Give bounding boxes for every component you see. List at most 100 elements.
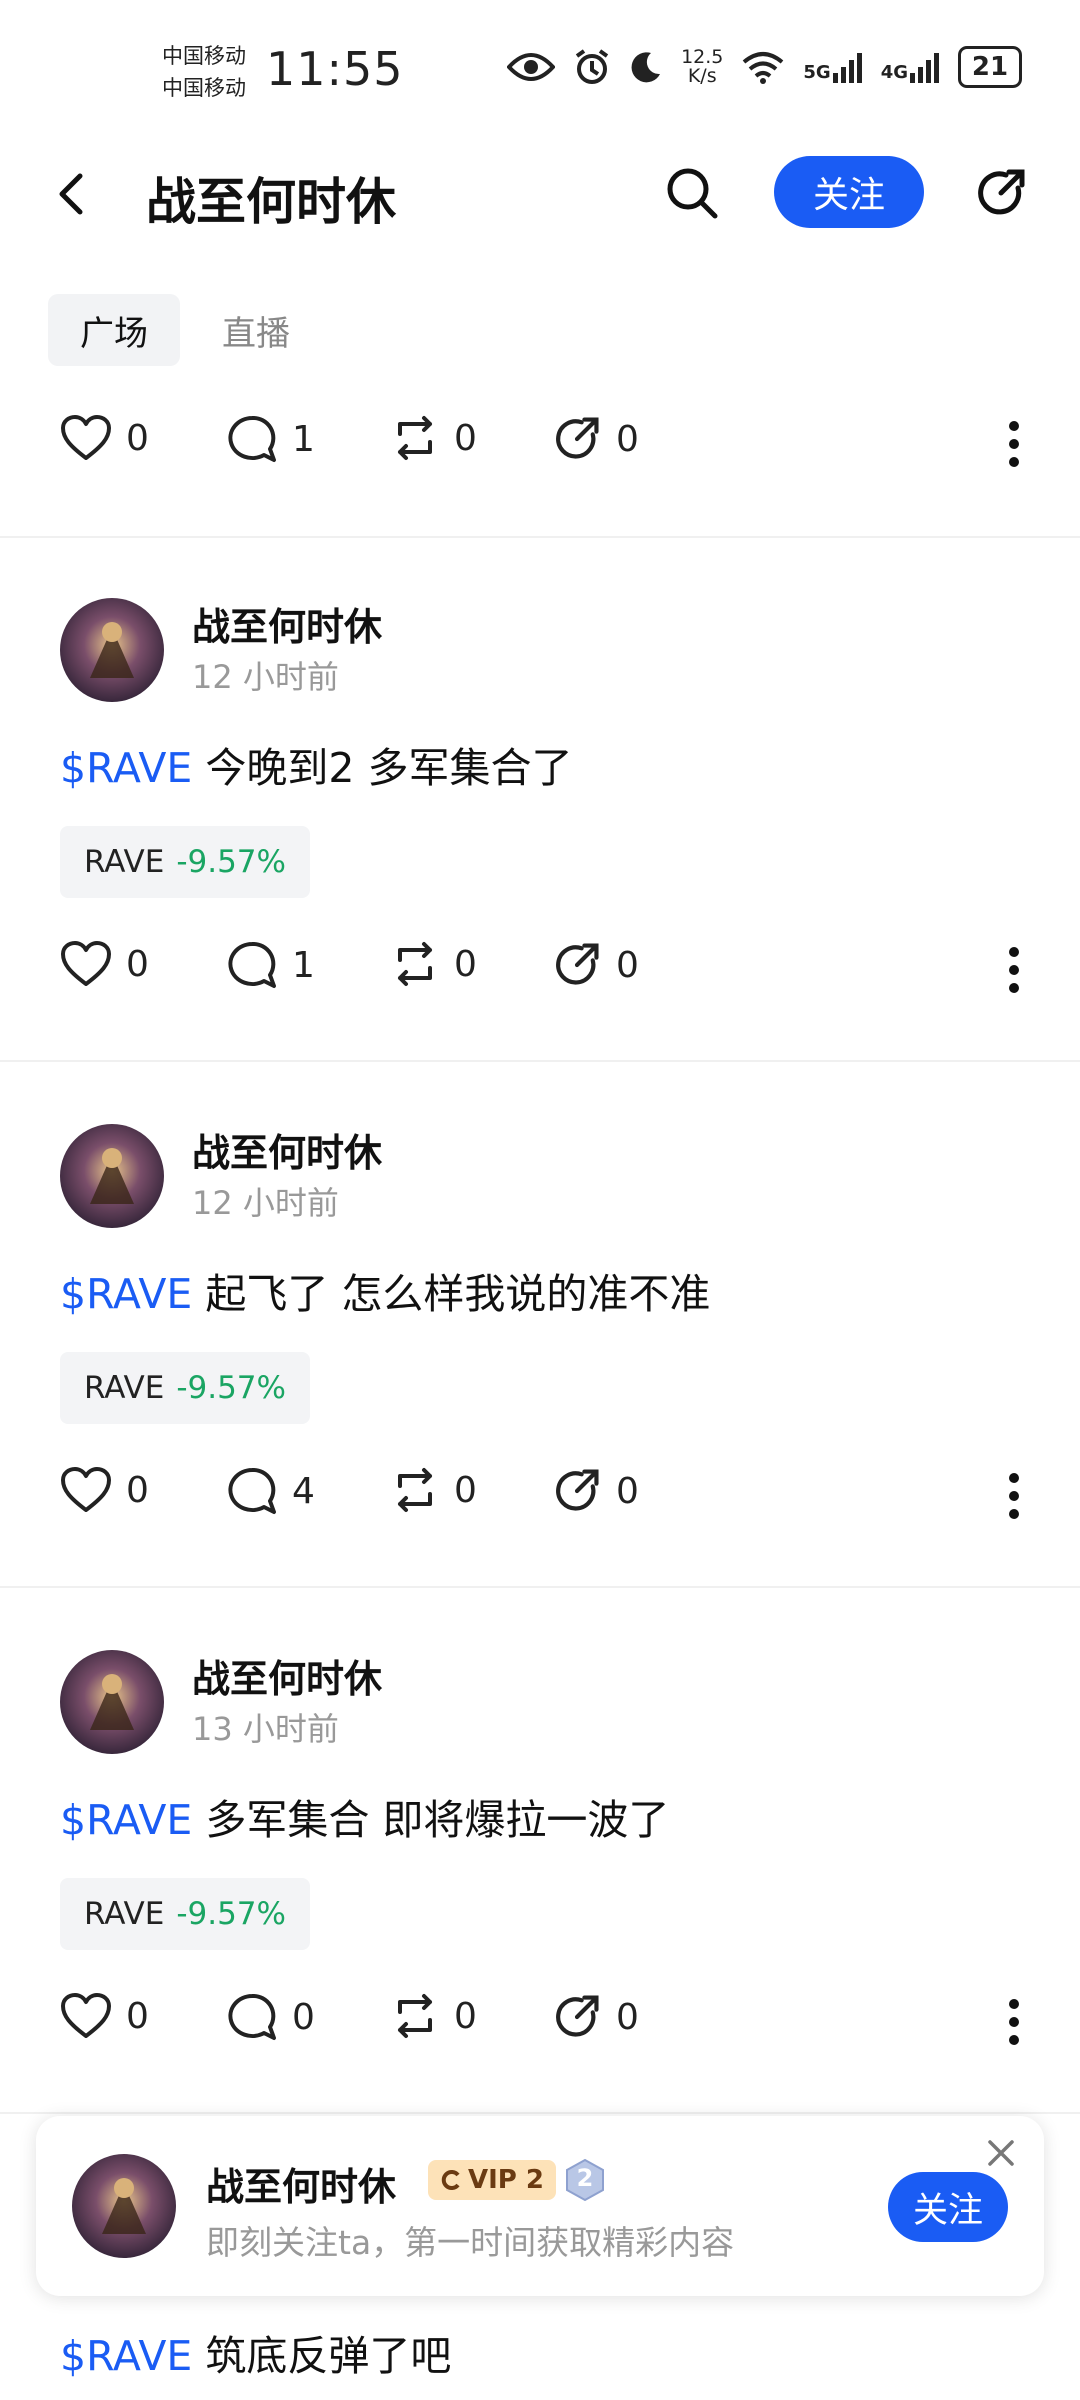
ticker-chip[interactable]: RAVE -9.57% [60, 1352, 310, 1424]
share-icon[interactable] [974, 166, 1028, 220]
author-name[interactable]: 战至何时休 [192, 1648, 382, 1703]
author-name[interactable]: 战至何时休 [192, 1122, 382, 1177]
ticker-symbol: RAVE [84, 844, 165, 880]
ticker-chip[interactable]: RAVE -9.57% [60, 826, 310, 898]
avatar[interactable] [72, 2154, 176, 2258]
repost-count: 0 [454, 1469, 477, 1511]
status-bar: 中国移动 中国移动 11:55 12.5 K/s 5G 4G 21 [0, 0, 1080, 140]
post-text: 多军集合 即将爆拉一波了 [205, 1796, 670, 1844]
more-icon[interactable] [1008, 1998, 1020, 2046]
repost-button[interactable]: 0 [390, 1466, 477, 1514]
status-icons: 12.5 K/s 5G 4G 21 [507, 46, 1022, 88]
post-content[interactable]: $RAVE 筑底反弹了吧 [60, 2322, 451, 2382]
post-content[interactable]: $RAVE 多军集合 即将爆拉一波了 [60, 1786, 669, 1846]
like-button[interactable]: 0 [60, 940, 149, 988]
card-subtitle: 即刻关注ta，第一时间获取精彩内容 [206, 2223, 735, 2262]
battery-indicator: 21 [958, 46, 1022, 88]
page-title: 战至何时休 [146, 173, 396, 231]
avatar-image [60, 1124, 164, 1228]
comment-count: 1 [292, 418, 315, 460]
like-count: 0 [126, 1995, 149, 2037]
comment-icon [228, 941, 276, 988]
like-button[interactable]: 0 [60, 414, 149, 462]
carrier-1: 中国移动 [162, 44, 246, 68]
comment-button[interactable]: 1 [226, 414, 315, 464]
comment-icon [228, 1993, 276, 2040]
comment-icon [228, 1467, 276, 1514]
comment-button[interactable]: 4 [226, 1466, 315, 1516]
ticker-chip[interactable]: RAVE -9.57% [60, 1878, 310, 1950]
wifi-icon [743, 52, 784, 84]
search-icon[interactable] [665, 166, 719, 220]
repost-button[interactable]: 0 [390, 940, 477, 988]
avatar-image [60, 1650, 164, 1754]
repost-icon [398, 1994, 432, 2038]
net-4g-label: 4G [880, 62, 908, 83]
close-icon[interactable] [986, 2138, 1016, 2168]
vip-label: VIP 2 [468, 2165, 544, 2195]
post-card: 战至何时休 13 小时前 $RAVE 多军集合 即将爆拉一波了 RAVE -9.57% 0… [0, 1588, 1080, 2114]
clock: 11:55 [266, 42, 404, 96]
coin-tag[interactable]: $RAVE [60, 1796, 192, 1844]
avatar-image [72, 2154, 176, 2258]
share-button[interactable]: 0 [552, 1992, 639, 2042]
tab-live[interactable]: 直播 [200, 294, 312, 366]
comment-button[interactable]: 0 [226, 1992, 315, 2042]
post-actions: 0 0 0 0 [60, 1992, 1020, 2052]
post-time: 12 小时前 [192, 658, 339, 696]
more-icon[interactable] [1008, 946, 1020, 994]
avatar[interactable] [60, 1124, 164, 1228]
signal-bars-icon [832, 53, 862, 83]
share-icon [556, 1469, 599, 1511]
like-button[interactable]: 0 [60, 1466, 149, 1514]
comment-count: 4 [292, 1470, 315, 1512]
share-count: 0 [616, 418, 639, 460]
coin-tag[interactable]: $RAVE [60, 744, 192, 792]
post-text: 今晚到2 多军集合了 [205, 744, 573, 792]
share-button[interactable]: 0 [552, 940, 639, 990]
share-icon [556, 943, 599, 985]
comment-count: 0 [292, 1996, 315, 2038]
vip-badge: VIP 2 [428, 2160, 556, 2200]
post-content[interactable]: $RAVE 今晚到2 多军集合了 [60, 734, 572, 794]
post-text: 起飞了 怎么样我说的准不准 [205, 1270, 711, 1318]
share-button[interactable]: 0 [552, 414, 639, 464]
follow-button[interactable]: 关注 [774, 156, 924, 228]
card-follow-button[interactable]: 关注 [888, 2172, 1008, 2242]
repost-button[interactable]: 0 [390, 1992, 477, 2040]
network-speed: 12.5 K/s [681, 48, 723, 86]
share-button[interactable]: 0 [552, 1466, 639, 1516]
eye-icon [507, 53, 556, 81]
post-content[interactable]: $RAVE 起飞了 怎么样我说的准不准 [60, 1260, 710, 1320]
ticker-change: -9.57% [176, 1896, 286, 1932]
level-number: 2 [576, 2164, 594, 2192]
net-5g-label: 5G [803, 62, 831, 83]
like-button[interactable]: 0 [60, 1992, 149, 2040]
post-actions: 0 4 0 0 [60, 1466, 1020, 1526]
more-icon[interactable] [1008, 1472, 1020, 1520]
author-name[interactable]: 战至何时休 [192, 596, 382, 651]
like-count: 0 [126, 943, 149, 985]
tab-square[interactable]: 广场 [48, 294, 180, 366]
card-author-name: 战至何时休 [206, 2165, 397, 2209]
more-icon[interactable] [1008, 420, 1020, 468]
post-text: 筑底反弹了吧 [205, 2332, 452, 2380]
repost-count: 0 [454, 417, 477, 459]
coin-tag[interactable]: $RAVE [60, 1270, 192, 1318]
share-icon [556, 417, 599, 459]
ticker-symbol: RAVE [84, 1896, 165, 1932]
post-actions: 0 1 0 0 [60, 414, 1020, 474]
share-count: 0 [616, 1996, 639, 2038]
ticker-change: -9.57% [176, 844, 286, 880]
avatar[interactable] [60, 1650, 164, 1754]
comment-button[interactable]: 1 [226, 940, 315, 990]
post-actions: 0 1 0 0 [60, 940, 1020, 1000]
avatar[interactable] [60, 598, 164, 702]
heart-icon [61, 941, 111, 986]
post-time: 12 小时前 [192, 1184, 339, 1222]
back-arrow-icon[interactable] [56, 170, 86, 218]
share-icon [556, 1995, 599, 2037]
coin-tag[interactable]: $RAVE [60, 2332, 192, 2380]
like-count: 0 [126, 417, 149, 459]
repost-button[interactable]: 0 [390, 414, 477, 462]
